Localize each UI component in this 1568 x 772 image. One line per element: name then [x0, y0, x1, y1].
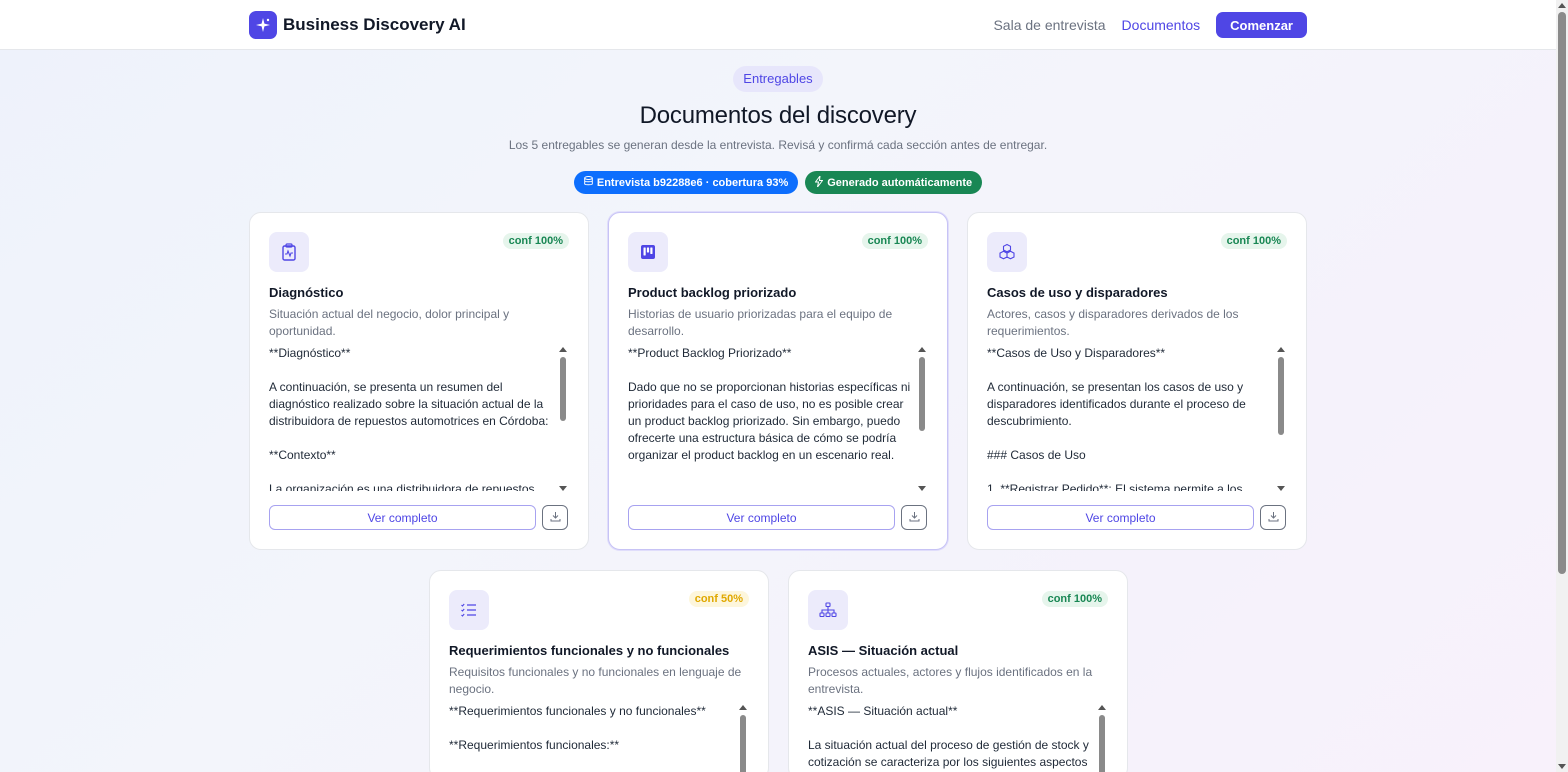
database-icon: [584, 176, 593, 189]
content-scrollbar[interactable]: [1277, 347, 1285, 491]
card-content-preview[interactable]: **Product Backlog Priorizado** Dado que …: [628, 345, 914, 491]
interview-badge-label: Entrevista b92288e6 · cobertura 93%: [596, 176, 789, 189]
document-card-casos-de-uso: conf 100% Casos de uso y disparadores Ac…: [967, 212, 1307, 550]
download-icon: [1268, 509, 1279, 527]
clipboard-pulse-icon: [269, 232, 309, 272]
card-description: Actores, casos y disparadores derivados …: [987, 307, 1239, 338]
document-card-requerimientos: conf 50% Requerimientos funcionales y no…: [429, 570, 769, 772]
ver-completo-button[interactable]: Ver completo: [987, 505, 1254, 530]
comenzar-button[interactable]: Comenzar: [1216, 12, 1307, 38]
card-description: Situación actual del negocio, dolor prin…: [269, 307, 510, 338]
card-title: Diagnóstico: [269, 285, 344, 300]
nav-link-documentos[interactable]: Documentos: [1122, 17, 1201, 33]
page-subtitle: Los 5 entregables se generan desde la en…: [508, 138, 1048, 152]
scroll-down-arrow-icon[interactable]: [1558, 764, 1566, 769]
card-description: Procesos actuales, actores y flujos iden…: [808, 665, 1093, 696]
card-content-preview[interactable]: **Requerimientos funcionales y no funcio…: [449, 703, 735, 772]
card-title: Casos de uso y disparadores: [987, 285, 1168, 300]
interview-badge: Entrevista b92288e6 · cobertura 93%: [573, 171, 799, 194]
ver-completo-button[interactable]: Ver completo: [269, 505, 536, 530]
ver-completo-button[interactable]: Ver completo: [628, 505, 895, 530]
document-card-product-backlog: conf 100% Product backlog priorizado His…: [608, 212, 948, 550]
sparkle-icon: [249, 11, 277, 39]
download-button[interactable]: [542, 505, 568, 530]
eyebrow-badge: Entregables: [733, 66, 823, 92]
confidence-badge: conf 100%: [1220, 233, 1287, 249]
content-scrollbar[interactable]: [739, 705, 747, 772]
card-title: Product backlog priorizado: [628, 285, 797, 300]
scroll-thumb[interactable]: [1558, 12, 1566, 574]
card-description: Historias de usuario priorizadas para el…: [628, 307, 893, 338]
diagram-icon: [808, 590, 848, 630]
list-check-icon: [449, 590, 489, 630]
content-scrollbar[interactable]: [918, 347, 926, 491]
kanban-icon: [628, 232, 668, 272]
document-card-asis: conf 100% ASIS — Situación actual Proces…: [788, 570, 1128, 772]
top-navbar: Business Discovery AI Sala de entrevista…: [0, 0, 1556, 50]
download-icon: [909, 509, 920, 527]
page-title: Documentos del discovery: [639, 102, 917, 129]
boxes-icon: [987, 232, 1027, 272]
card-title: ASIS — Situación actual: [808, 643, 959, 658]
content-scrollbar[interactable]: [559, 347, 567, 491]
generated-badge-label: Generado automáticamente: [827, 176, 973, 189]
lightning-icon: [814, 173, 824, 190]
brand-name: Business Discovery AI: [283, 15, 466, 34]
download-icon: [550, 509, 561, 527]
card-content-preview[interactable]: **Diagnóstico** A continuación, se prese…: [269, 345, 555, 491]
confidence-badge: conf 100%: [1041, 591, 1108, 607]
content-scrollbar[interactable]: [1098, 705, 1106, 772]
download-button[interactable]: [1260, 505, 1286, 530]
nav-link-sala-de-entrevista[interactable]: Sala de entrevista: [993, 17, 1105, 33]
document-card-diagnostico: conf 100% Diagnóstico Situación actual d…: [249, 212, 589, 550]
download-button[interactable]: [901, 505, 927, 530]
card-content-preview[interactable]: **ASIS — Situación actual** La situación…: [808, 703, 1094, 772]
card-title: Requerimientos funcionales y no funciona…: [449, 643, 730, 658]
confidence-badge: conf 100%: [861, 233, 928, 249]
hero-section: Entregables Documentos del discovery Los…: [0, 66, 1556, 194]
brand[interactable]: Business Discovery AI: [249, 11, 466, 39]
status-pills: Entrevista b92288e6 · cobertura 93% Gene…: [0, 171, 1556, 194]
scroll-up-arrow-icon[interactable]: [1558, 3, 1566, 8]
page-scrollbar[interactable]: [1556, 0, 1568, 772]
confidence-badge: conf 50%: [688, 591, 749, 607]
nav-links: Sala de entrevista Documentos Comenzar: [993, 12, 1307, 38]
card-content-preview[interactable]: **Casos de Uso y Disparadores** A contin…: [987, 345, 1273, 491]
card-description: Requisitos funcionales y no funcionales …: [449, 665, 742, 696]
generated-badge: Generado automáticamente: [805, 171, 983, 194]
confidence-badge: conf 100%: [502, 233, 569, 249]
